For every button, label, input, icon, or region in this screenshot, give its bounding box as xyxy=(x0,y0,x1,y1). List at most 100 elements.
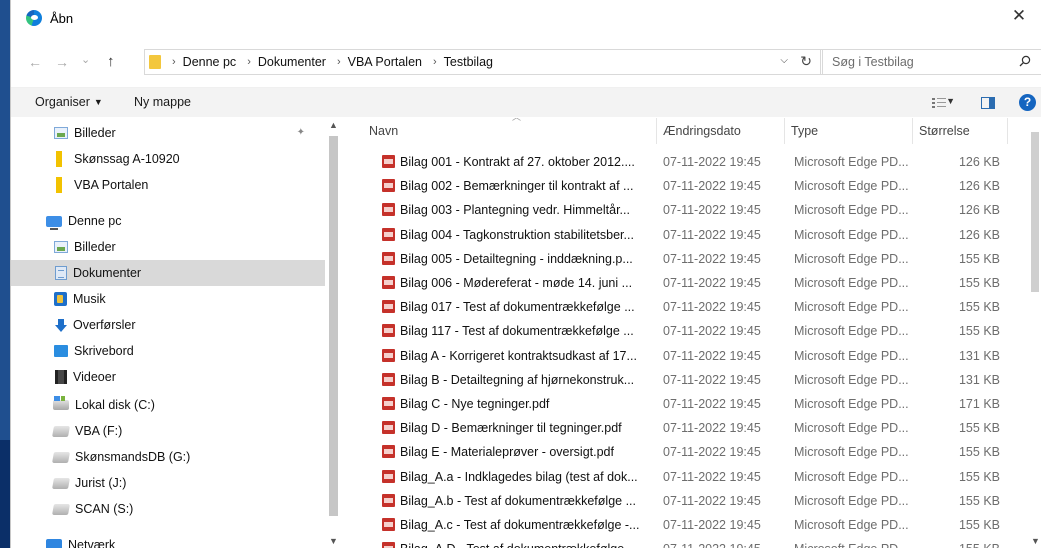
nav-item-label: Denne pc xyxy=(68,214,122,228)
nav-item-scan[interactable]: SCAN (S:) xyxy=(11,496,325,522)
file-type: Microsoft Edge PD... xyxy=(794,203,909,218)
view-options-caret-icon[interactable]: ▼ xyxy=(946,96,955,106)
chevron-down-icon[interactable]: ⌵ xyxy=(780,55,788,66)
breadcrumb-separator[interactable]: › xyxy=(337,56,341,68)
nav-item-lokal-disk[interactable]: Lokal disk (C:) xyxy=(11,392,325,418)
file-size: 155 KB xyxy=(958,276,1000,290)
pictures-folder-icon xyxy=(54,127,68,139)
breadcrumb-dokumenter[interactable]: Dokumenter xyxy=(258,55,326,69)
nav-item-netvaerk[interactable]: Netværk xyxy=(11,532,325,548)
file-row[interactable]: Bilag A - Korrigeret kontraktsudkast af … xyxy=(348,344,1008,368)
folder-icon xyxy=(149,55,161,69)
breadcrumb-testbilag[interactable]: Testbilag xyxy=(444,55,493,69)
nav-item-denne-pc[interactable]: Denne pc xyxy=(11,208,325,234)
pdf-file-icon xyxy=(382,251,395,265)
file-row[interactable]: Bilag 001 - Kontrakt af 27. oktober 2012… xyxy=(348,150,1008,174)
breadcrumb-denne-pc[interactable]: Denne pc xyxy=(183,55,237,69)
preview-pane-icon[interactable] xyxy=(981,97,995,109)
search-icon[interactable] xyxy=(1019,55,1031,67)
nav-item-skonssag[interactable]: Skønssag A-10920 xyxy=(11,146,325,172)
file-name: Bilag E - Materialeprøver - oversigt.pdf xyxy=(400,445,614,460)
pdf-file-icon xyxy=(382,155,395,168)
file-date: 07-11-2022 19:45 xyxy=(663,227,761,242)
file-row[interactable]: Bilag 017 - Test af dokumentrækkefølge .… xyxy=(348,295,1008,319)
file-row[interactable]: Bilag 003 - Plantegning vedr. Himmeltår.… xyxy=(348,198,1008,222)
nav-item-dokumenter[interactable]: Dokumenter xyxy=(11,260,325,286)
breadcrumb-separator[interactable]: › xyxy=(247,56,251,68)
file-type: Microsoft Edge PD... xyxy=(794,445,909,460)
recent-locations-chevron-icon[interactable]: ⌄ xyxy=(81,53,90,66)
column-header-name[interactable]: Navn xyxy=(363,118,657,144)
nav-item-overforsler[interactable]: Overførsler xyxy=(11,312,325,338)
file-row[interactable]: Bilag 117 - Test af dokumentrækkefølge .… xyxy=(348,319,1008,343)
nav-item-videoer[interactable]: Videoer xyxy=(11,364,325,390)
nav-item-musik[interactable]: Musik xyxy=(11,286,325,312)
refresh-icon[interactable]: ↻ xyxy=(800,53,812,70)
network-drive-icon xyxy=(52,425,70,437)
file-row[interactable]: Bilag_A.D - Test af dokumentrækkefølge..… xyxy=(348,537,1008,548)
help-icon[interactable]: ? xyxy=(1019,94,1036,111)
file-row[interactable]: Bilag_A.c - Test af dokumentrækkefølge -… xyxy=(348,513,1008,537)
search-input[interactable] xyxy=(832,55,1002,69)
change-view-icon[interactable] xyxy=(932,97,946,109)
search-box[interactable] xyxy=(820,49,1041,75)
nav-item-billeder[interactable]: Billeder xyxy=(11,234,325,260)
file-type: Microsoft Edge PD... xyxy=(794,227,909,242)
nav-item-vba-portalen[interactable]: VBA Portalen xyxy=(11,172,325,198)
nav-item-label: Musik xyxy=(73,292,106,306)
file-date: 07-11-2022 19:45 xyxy=(663,203,761,218)
file-row[interactable]: Bilag D - Bemærkninger til tegninger.pdf… xyxy=(348,416,1008,440)
nav-item-jurist[interactable]: Jurist (J:) xyxy=(11,470,325,496)
nav-item-label: Videoer xyxy=(73,370,116,384)
column-header-size[interactable]: Størrelse xyxy=(913,118,1008,144)
file-size: 155 KB xyxy=(958,518,1000,532)
scroll-down-icon[interactable]: ▼ xyxy=(329,536,338,546)
pdf-file-icon xyxy=(382,445,395,459)
file-size: 155 KB xyxy=(958,493,1000,508)
scrollbar-thumb[interactable] xyxy=(1031,132,1039,292)
file-name: Bilag 004 - Tagkonstruktion stabilitetsb… xyxy=(400,227,634,242)
close-button[interactable]: ✕ xyxy=(997,0,1041,32)
file-size: 131 KB xyxy=(958,372,1000,387)
file-type: Microsoft Edge PD... xyxy=(794,155,909,169)
nav-item-label: Netværk xyxy=(68,538,116,548)
network-drive-icon xyxy=(52,503,70,515)
back-arrow-icon[interactable]: ← xyxy=(28,54,42,70)
file-row[interactable]: Bilag 006 - Mødereferat - møde 14. juni … xyxy=(348,271,1008,295)
file-list-scrollbar[interactable]: ▼ xyxy=(1028,118,1041,548)
file-row[interactable]: Bilag 002 - Bemærkninger til kontrakt af… xyxy=(348,174,1008,198)
file-row[interactable]: Bilag 004 - Tagkonstruktion stabilitetsb… xyxy=(348,223,1008,247)
up-arrow-icon[interactable]: ↑ xyxy=(107,53,115,70)
file-row[interactable]: Bilag E - Materialeprøver - oversigt.pdf… xyxy=(348,440,1008,464)
forward-arrow-icon[interactable]: → xyxy=(55,54,69,70)
breadcrumb-vba-portalen[interactable]: VBA Portalen xyxy=(348,55,422,69)
file-name: Bilag C - Nye tegninger.pdf xyxy=(400,397,550,411)
pin-icon[interactable]: ✦ xyxy=(297,127,305,138)
file-row[interactable]: Bilag C - Nye tegninger.pdf 07-11-2022 19… xyxy=(348,392,1008,416)
network-drive-icon xyxy=(52,451,70,463)
nav-item-skrivebord[interactable]: Skrivebord xyxy=(11,338,325,364)
nav-item-vba-f[interactable]: VBA (F:) xyxy=(11,418,325,444)
breadcrumb-separator[interactable]: › xyxy=(433,56,437,68)
desktop-folder-icon xyxy=(54,345,68,357)
scroll-up-icon[interactable]: ▲ xyxy=(329,120,338,130)
nav-item-billeder-quick[interactable]: Billeder ✦ xyxy=(11,120,325,146)
file-row[interactable]: Bilag_A.a - Indklagedes bilag (test af d… xyxy=(348,465,1008,489)
new-folder-button[interactable]: Ny mappe xyxy=(134,95,191,109)
address-bar[interactable]: › Denne pc › Dokumenter › VBA Portalen ›… xyxy=(144,49,823,75)
file-row[interactable]: Bilag B - Detailtegning af hjørnekonstru… xyxy=(348,368,1008,392)
file-row[interactable]: Bilag_A.b - Test af dokumentrækkefølge .… xyxy=(348,489,1008,513)
file-name: Bilag 017 - Test af dokumentrækkefølge .… xyxy=(400,300,635,315)
file-list: ︿ Navn Ændringsdato Type Størrelse Bilag… xyxy=(348,118,1041,548)
nav-item-skonsmandsdb[interactable]: SkønsmandsDB (G:) xyxy=(11,444,325,470)
nav-item-label: Billeder xyxy=(74,240,116,254)
videos-folder-icon xyxy=(55,370,67,384)
scroll-down-icon[interactable]: ▼ xyxy=(1031,536,1040,546)
nav-scrollbar[interactable]: ▲ ▼ xyxy=(327,118,341,548)
column-header-type[interactable]: Type xyxy=(785,118,913,144)
organize-button[interactable]: Organiser ▼ xyxy=(35,95,103,109)
file-row[interactable]: Bilag 005 - Detailtegning - inddækning.p… xyxy=(348,247,1008,271)
scrollbar-thumb[interactable] xyxy=(329,136,338,516)
column-header-date[interactable]: Ændringsdato xyxy=(657,118,785,144)
this-pc-icon xyxy=(46,215,62,230)
